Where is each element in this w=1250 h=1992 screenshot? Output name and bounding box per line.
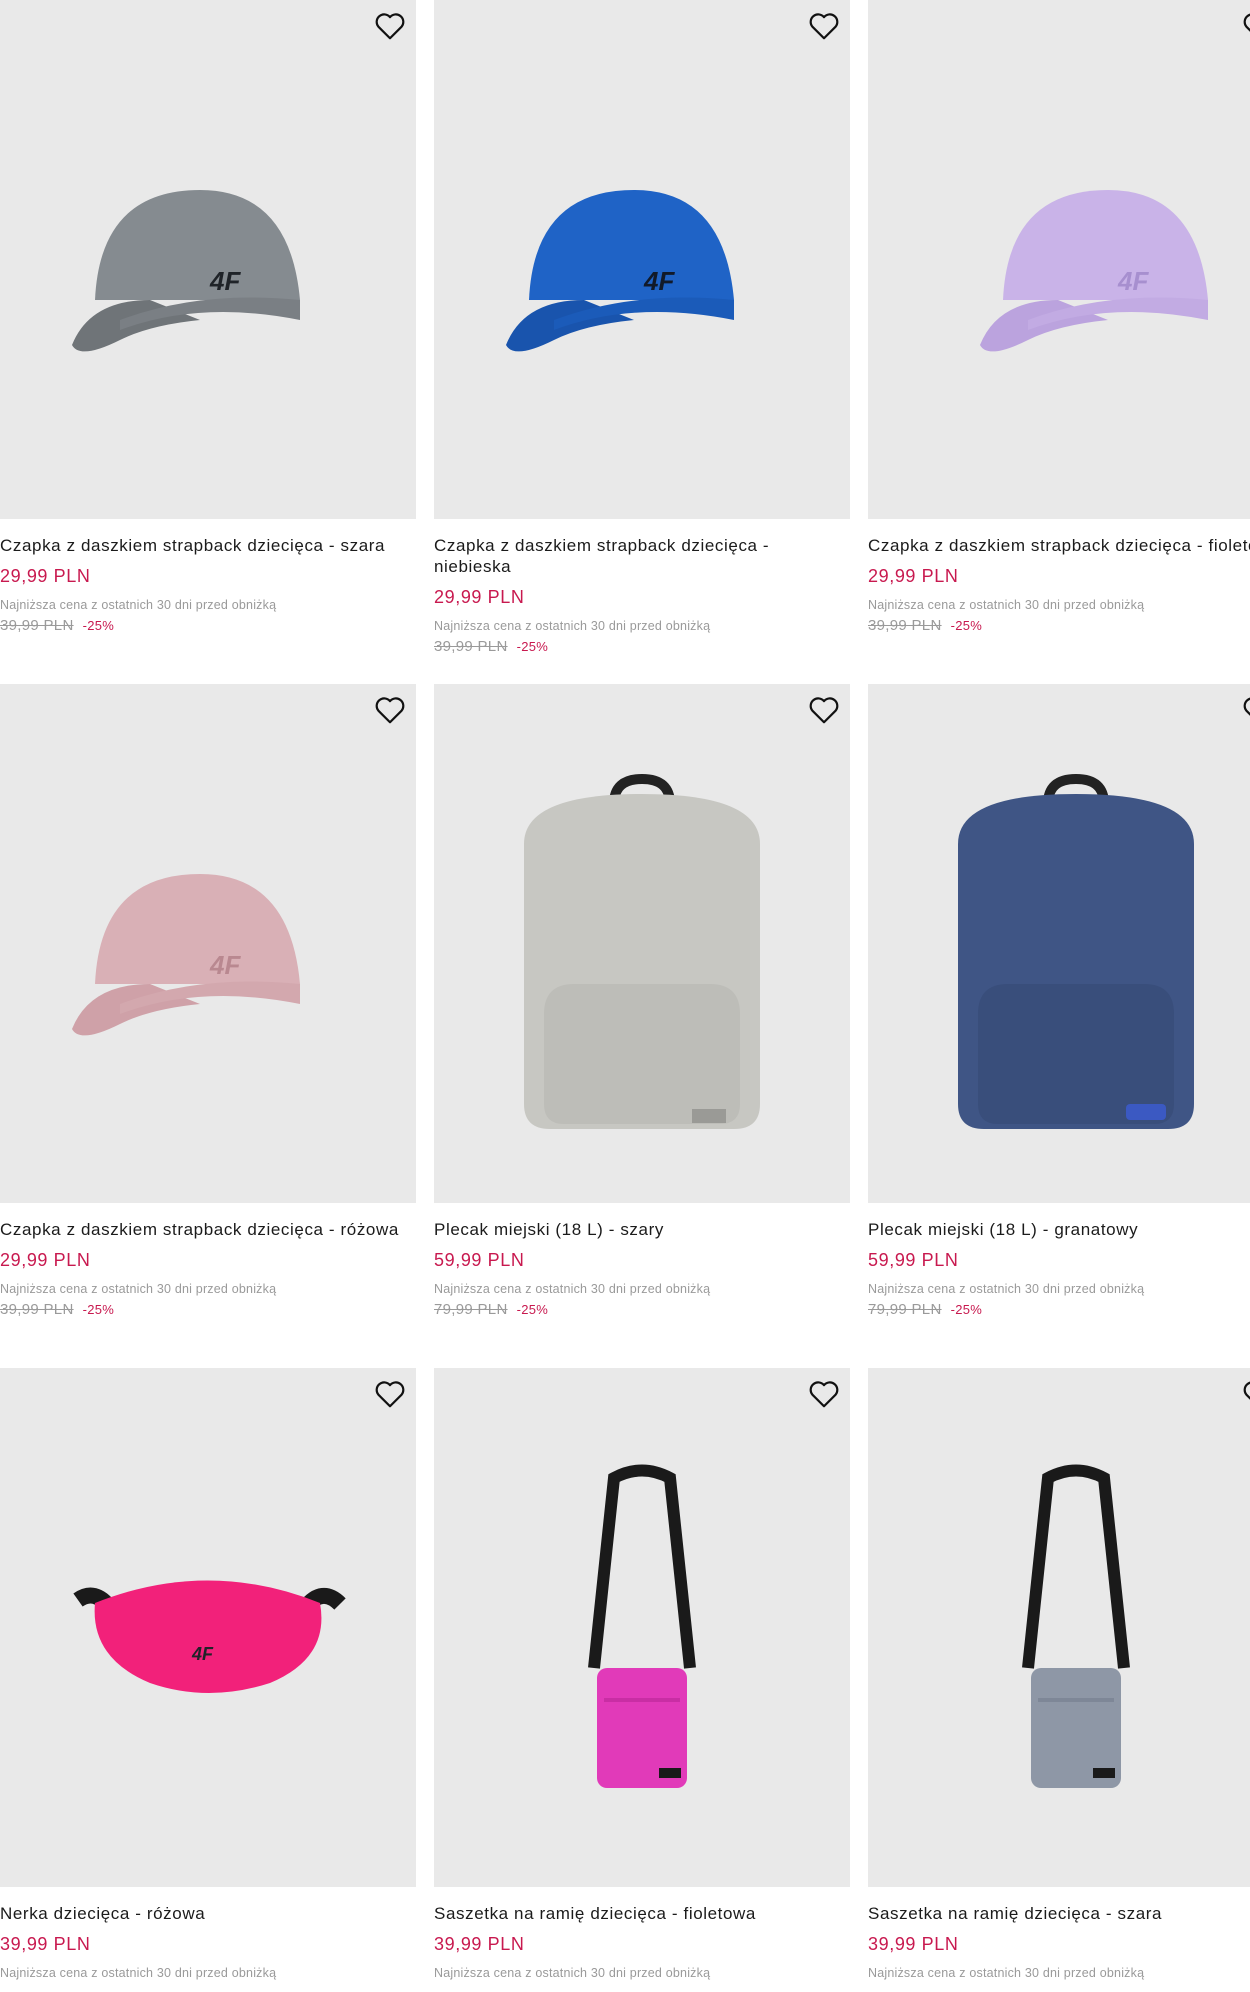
product-price: 59,99 PLN xyxy=(434,1250,525,1270)
lowest-price-label: Najniższa cena z ostatnich 30 dni przed … xyxy=(868,1282,1145,1296)
product-card[interactable]: Saszetka na ramię dziecięca - fioletowa … xyxy=(434,1368,850,1981)
product-price: 29,99 PLN xyxy=(868,566,959,586)
backpack-image xyxy=(958,773,1194,1129)
product-image[interactable]: 4F xyxy=(0,1368,416,1887)
product-card[interactable]: 4F Czapka z daszkiem strapback dziecięca… xyxy=(434,0,850,655)
cap-image: 4F xyxy=(980,190,1208,352)
heart-icon[interactable] xyxy=(806,1378,842,1410)
product-card[interactable]: 4F Czapka z daszkiem strapback dziecięca… xyxy=(0,684,416,1318)
heart-icon[interactable] xyxy=(1240,694,1250,726)
discount-badge: -25% xyxy=(516,1302,549,1317)
product-card[interactable]: 4F Czapka z daszkiem strapback dziecięca… xyxy=(0,0,416,634)
cap-image: 4F xyxy=(72,190,300,352)
heart-icon[interactable] xyxy=(806,694,842,726)
old-price: 79,99 PLN xyxy=(434,1301,508,1318)
heart-icon[interactable] xyxy=(1240,10,1250,42)
old-price: 79,99 PLN xyxy=(868,1301,942,1318)
svg-text:4F: 4F xyxy=(209,950,241,980)
discount-badge: -25% xyxy=(950,1302,983,1317)
svg-text:4F: 4F xyxy=(1117,266,1149,296)
product-price: 39,99 PLN xyxy=(434,1934,525,1954)
product-image[interactable] xyxy=(868,684,1250,1203)
cap-image: 4F xyxy=(506,190,734,352)
product-grid: 4F Czapka z daszkiem strapback dziecięca… xyxy=(0,0,1250,1992)
product-image[interactable]: 4F xyxy=(0,0,416,519)
discount-badge: -25% xyxy=(516,639,549,654)
heart-icon[interactable] xyxy=(806,10,842,42)
product-card[interactable]: 4F Nerka dziecięca - różowa 39,99 PLN Na… xyxy=(0,1368,416,1981)
lowest-price-label: Najniższa cena z ostatnich 30 dni przed … xyxy=(0,1966,277,1980)
waistbag-image: 4F xyxy=(73,1580,346,1693)
product-name[interactable]: Saszetka na ramię dziecięca - szara xyxy=(868,1903,1250,1924)
shoulderbag-image xyxy=(1022,1464,1130,1788)
discount-badge: -25% xyxy=(82,618,115,633)
product-card[interactable]: Saszetka na ramię dziecięca - szara 39,9… xyxy=(868,1368,1250,1981)
heart-icon[interactable] xyxy=(372,10,408,42)
backpack-image xyxy=(524,773,760,1129)
old-price: 39,99 PLN xyxy=(0,1301,74,1318)
product-card[interactable]: Plecak miejski (18 L) - granatowy 59,99 … xyxy=(868,684,1250,1318)
product-image[interactable] xyxy=(434,1368,850,1887)
svg-text:4F: 4F xyxy=(643,266,675,296)
cap-image: 4F xyxy=(72,874,300,1036)
product-name[interactable]: Plecak miejski (18 L) - szary xyxy=(434,1219,850,1240)
product-price: 29,99 PLN xyxy=(434,587,525,607)
old-price: 39,99 PLN xyxy=(0,617,74,634)
product-card[interactable]: Plecak miejski (18 L) - szary 59,99 PLN … xyxy=(434,684,850,1318)
product-image[interactable] xyxy=(868,1368,1250,1887)
lowest-price-label: Najniższa cena z ostatnich 30 dni przed … xyxy=(434,1282,711,1296)
lowest-price-label: Najniższa cena z ostatnich 30 dni przed … xyxy=(0,1282,277,1296)
product-image[interactable] xyxy=(434,684,850,1203)
heart-icon[interactable] xyxy=(372,694,408,726)
heart-icon[interactable] xyxy=(372,1378,408,1410)
product-card[interactable]: 4F Czapka z daszkiem strapback dziecięca… xyxy=(868,0,1250,634)
product-name[interactable]: Czapka z daszkiem strapback dziecięca - … xyxy=(0,535,416,556)
lowest-price-label: Najniższa cena z ostatnich 30 dni przed … xyxy=(0,598,277,612)
old-price: 39,99 PLN xyxy=(868,617,942,634)
product-image[interactable]: 4F xyxy=(434,0,850,519)
svg-text:4F: 4F xyxy=(209,266,241,296)
old-price: 39,99 PLN xyxy=(434,638,508,655)
product-image[interactable]: 4F xyxy=(0,684,416,1203)
discount-badge: -25% xyxy=(82,1302,115,1317)
product-price: 29,99 PLN xyxy=(0,1250,91,1270)
product-price: 39,99 PLN xyxy=(0,1934,91,1954)
lowest-price-label: Najniższa cena z ostatnich 30 dni przed … xyxy=(868,1966,1145,1980)
svg-text:4F: 4F xyxy=(191,1644,214,1664)
heart-icon[interactable] xyxy=(1240,1378,1250,1410)
lowest-price-label: Najniższa cena z ostatnich 30 dni przed … xyxy=(434,619,711,633)
lowest-price-label: Najniższa cena z ostatnich 30 dni przed … xyxy=(434,1966,711,1980)
shoulderbag-image xyxy=(588,1464,696,1788)
lowest-price-label: Najniższa cena z ostatnich 30 dni przed … xyxy=(868,598,1145,612)
product-name[interactable]: Plecak miejski (18 L) - granatowy xyxy=(868,1219,1250,1240)
product-name[interactable]: Czapka z daszkiem strapback dziecięca - … xyxy=(434,535,850,577)
product-price: 29,99 PLN xyxy=(0,566,91,586)
product-name[interactable]: Nerka dziecięca - różowa xyxy=(0,1903,416,1924)
product-name[interactable]: Saszetka na ramię dziecięca - fioletowa xyxy=(434,1903,850,1924)
product-name[interactable]: Czapka z daszkiem strapback dziecięca - … xyxy=(0,1219,416,1240)
product-price: 39,99 PLN xyxy=(868,1934,959,1954)
discount-badge: -25% xyxy=(950,618,983,633)
product-price: 59,99 PLN xyxy=(868,1250,959,1270)
product-name[interactable]: Czapka z daszkiem strapback dziecięca - … xyxy=(868,535,1250,556)
product-image[interactable]: 4F xyxy=(868,0,1250,519)
